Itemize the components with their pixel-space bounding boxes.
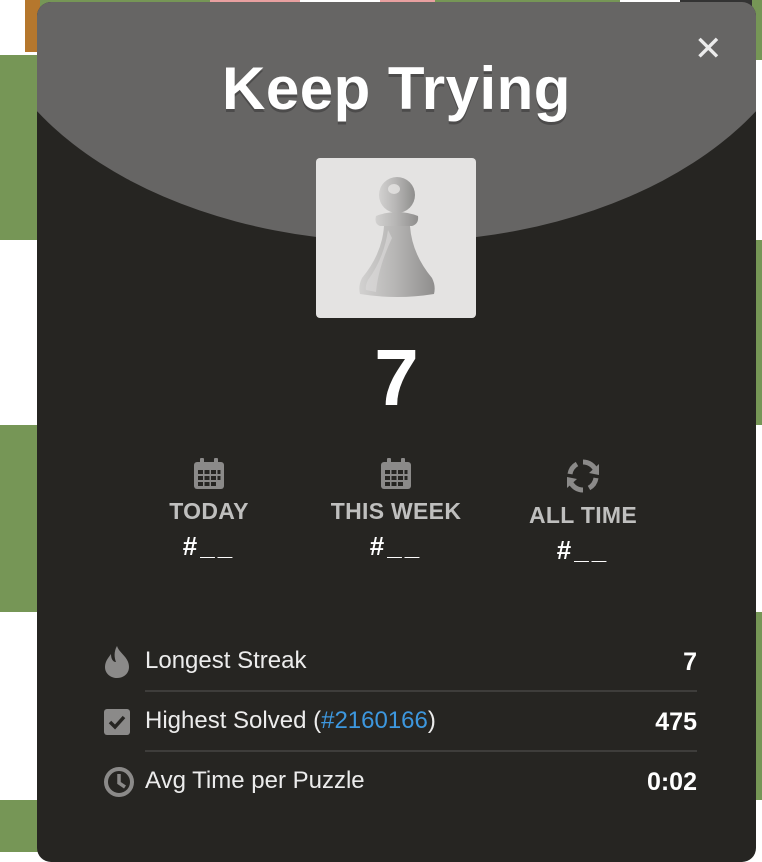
stat-value: 7 [683,647,697,676]
checkbox-icon [103,708,145,736]
puzzle-result-modal: ✕ Keep Trying 7 TODAY #__ THIS WEEK #__ … [37,2,756,862]
puzzle-score: 7 [374,333,419,422]
stat-label: Highest Solved (#2160166) [145,707,655,737]
modal-title: Keep Trying [222,55,571,122]
pawn-icon [316,158,476,318]
stat-longest-streak: Longest Streak 7 [103,632,697,692]
ranking-value: #__ [182,531,236,561]
refresh-icon [567,459,599,493]
stat-value: 0:02 [646,767,697,796]
ranking-this-week: THIS WEEK #__ [306,456,486,562]
flame-icon [103,645,145,679]
calendar-icon [194,458,224,489]
stat-value: 475 [655,707,697,736]
stats-list: Longest Streak 7 Highest Solved (#216016… [103,632,697,812]
clock-icon [103,766,145,798]
calendar-icon [381,458,411,489]
chessboard-background [0,0,40,852]
ranking-all-time: ALL TIME #__ [493,456,673,566]
stat-highest-solved: Highest Solved (#2160166) 475 [103,692,697,752]
ranking-today: TODAY #__ [119,456,299,562]
ranking-label: THIS WEEK [330,498,462,524]
ranking-label: ALL TIME [528,502,638,528]
ranking-label: TODAY [169,498,249,524]
ranking-value: #__ [369,531,423,561]
stat-label: Longest Streak [145,647,307,674]
puzzle-link[interactable]: #2160166 [321,707,428,734]
ranking-value: #__ [556,535,610,565]
stat-avg-time: Avg Time per Puzzle 0:02 [103,752,697,812]
stat-label-prefix: Highest Solved ( [145,707,322,734]
stat-label: Avg Time per Puzzle [145,767,365,794]
stat-label-suffix: ) [427,707,436,734]
